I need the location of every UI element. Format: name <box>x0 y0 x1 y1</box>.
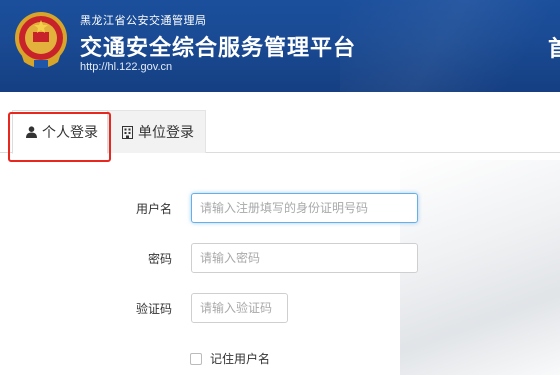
police-emblem-icon <box>15 12 67 68</box>
site-url: http://hl.122.gov.cn <box>80 61 173 73</box>
site-header: 黑龙江省公安交通管理局 交通安全综合服务管理平台 http://hl.122.g… <box>0 0 560 92</box>
remember-label: 记住用户名 <box>210 352 271 366</box>
username-label: 用户名 <box>135 202 172 216</box>
remember-checkbox[interactable] <box>190 352 202 365</box>
username-input[interactable] <box>191 193 418 223</box>
captcha-label: 验证码 <box>135 302 172 316</box>
tab-personal-login[interactable]: 个人登录 <box>12 110 108 154</box>
password-input[interactable] <box>191 243 418 273</box>
platform-title: 交通安全综合服务管理平台 <box>80 35 357 61</box>
background-decoration <box>400 160 560 375</box>
header-nav-partial[interactable]: 首 <box>548 31 560 63</box>
header-decoration <box>340 0 560 92</box>
tab-personal-label: 个人登录 <box>42 125 98 141</box>
tab-unit-login[interactable]: 单位登录 <box>108 110 206 153</box>
org-name: 黑龙江省公安交通管理局 <box>80 14 207 27</box>
captcha-input[interactable] <box>191 293 288 323</box>
user-icon <box>25 125 37 139</box>
password-label: 密码 <box>147 252 172 266</box>
building-icon <box>121 125 133 139</box>
login-tabs: 个人登录 单位登录 <box>0 110 560 154</box>
remember-username[interactable]: 记住用户名 <box>190 350 270 367</box>
tab-unit-label: 单位登录 <box>138 125 194 141</box>
